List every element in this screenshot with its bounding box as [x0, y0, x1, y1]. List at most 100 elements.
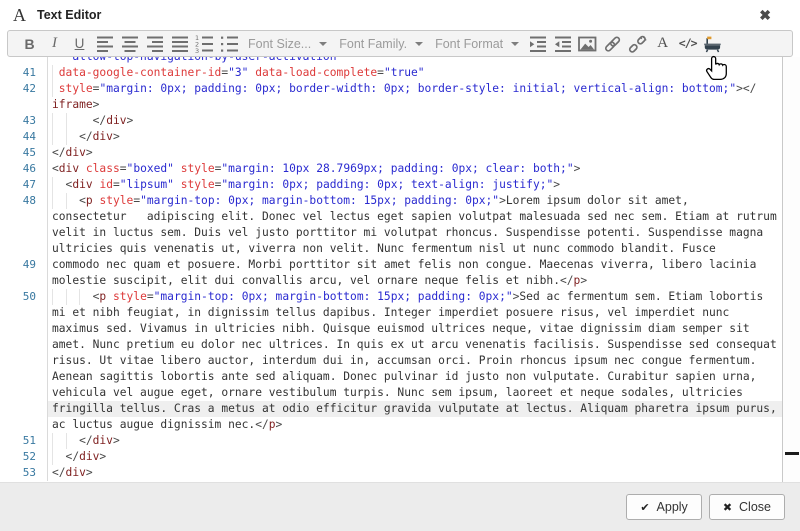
link-icon	[603, 35, 622, 53]
code-row[interactable]: 48 <p style="margin-top: 0px; margin-bot…	[0, 193, 783, 209]
code-row[interactable]: 53</div>	[0, 465, 783, 481]
line-number	[0, 353, 48, 369]
align-justify-icon	[171, 35, 189, 53]
dialog-title: Text Editor	[37, 8, 101, 22]
italic-icon: I	[52, 36, 57, 51]
align-right-button[interactable]	[142, 31, 167, 56]
code-row[interactable]: consectetur adipiscing elit. Donec vel l…	[0, 209, 783, 225]
code-row[interactable]: iframe>	[0, 97, 783, 113]
line-number	[0, 273, 48, 289]
font-family-label: Font Family.	[339, 37, 407, 51]
line-number	[0, 401, 48, 417]
line-number	[0, 209, 48, 225]
indent-guide	[52, 129, 53, 145]
line-number	[0, 417, 48, 433]
code-view-button[interactable]: </>	[675, 31, 700, 56]
line-number	[0, 225, 48, 241]
line-number	[0, 321, 48, 337]
indent-guide	[66, 289, 67, 305]
indent-guide	[66, 113, 67, 129]
code-row[interactable]: 41 data-google-container-id="3" data-loa…	[0, 65, 783, 81]
line-number: 41	[0, 65, 48, 81]
indent-guide	[52, 193, 53, 209]
code-row[interactable]: fringilla tellus. Cras a metus at odio e…	[0, 401, 783, 417]
outdent-icon	[554, 35, 572, 53]
line-number	[0, 337, 48, 353]
code-row[interactable]: maximus sed. Vivamus in ultricies nibh. …	[0, 321, 783, 337]
align-left-icon	[96, 35, 114, 53]
code-row[interactable]: 46<div class="boxed" style="margin: 10px…	[0, 161, 783, 177]
insert-link-button[interactable]	[600, 31, 625, 56]
code-row[interactable]: allow-top-navigation-by-user-activation"	[0, 57, 783, 65]
apply-label: Apply	[657, 500, 688, 514]
unlink-icon	[628, 35, 647, 53]
code-row[interactable]: molestie suscipit, elit dui convallis ar…	[0, 273, 783, 289]
bold-button[interactable]: B	[17, 31, 42, 56]
code-rows: allow-top-navigation-by-user-activation"…	[0, 57, 783, 481]
vertical-scrollbar[interactable]	[782, 57, 800, 482]
code-row[interactable]: vehicula vel augue eget, ornare vestibul…	[0, 385, 783, 401]
indent-icon	[529, 35, 547, 53]
code-row[interactable]: 43 </div>	[0, 113, 783, 129]
text-editor-icon: A	[13, 6, 26, 24]
ordered-list-button[interactable]: 1 2 3	[192, 31, 217, 56]
line-number: 49	[0, 257, 48, 273]
font-color-button[interactable]: A	[650, 31, 675, 56]
bath-button[interactable]	[700, 31, 725, 56]
outdent-button[interactable]	[550, 31, 575, 56]
image-icon	[578, 35, 597, 53]
code-editor[interactable]: allow-top-navigation-by-user-activation"…	[0, 57, 800, 482]
unordered-list-button[interactable]	[217, 31, 242, 56]
code-row[interactable]: 44 </div>	[0, 129, 783, 145]
code-row[interactable]: ultricies quis venenatis ut, viverra non…	[0, 241, 783, 257]
unlink-button[interactable]	[625, 31, 650, 56]
code-row[interactable]: 42 style="margin: 0px; padding: 0px; bor…	[0, 81, 783, 97]
code-view-icon: </>	[679, 38, 697, 50]
svg-text:3: 3	[195, 47, 199, 53]
font-format-dropdown[interactable]: Font Format	[435, 31, 519, 56]
code-row[interactable]: 45</div>	[0, 145, 783, 161]
insert-image-button[interactable]	[575, 31, 600, 56]
code-row[interactable]: 51 </div>	[0, 433, 783, 449]
check-icon: ✔	[640, 501, 649, 514]
chevron-down-icon	[415, 42, 423, 46]
align-left-button[interactable]	[92, 31, 117, 56]
indent-guide	[66, 433, 67, 449]
indent-guide	[52, 449, 53, 465]
line-number	[0, 369, 48, 385]
font-format-label: Font Format	[435, 37, 503, 51]
indent-guide	[52, 81, 53, 97]
text-editor-dialog: A Text Editor ✖ B I U 1 2 3	[0, 0, 800, 531]
code-row[interactable]: 49commodo nec quam et posuere. Morbi por…	[0, 257, 783, 273]
font-family-dropdown[interactable]: Font Family.	[339, 31, 423, 56]
dialog-footer: ✔ Apply ✖ Close	[0, 482, 800, 531]
indent-guide	[52, 289, 53, 305]
code-row[interactable]: mi et nibh feugiat, in dignissim tellus …	[0, 305, 783, 321]
line-number: 50	[0, 289, 48, 305]
dialog-close-icon[interactable]: ✖	[759, 8, 787, 22]
font-size-dropdown[interactable]: Font Size...	[248, 31, 327, 56]
code-row[interactable]: Aenean sagittis lobortis ante sed aliqua…	[0, 369, 783, 385]
code-row[interactable]: amet. Nunc pretium eu dolor nec ultrices…	[0, 337, 783, 353]
chevron-down-icon	[319, 42, 327, 46]
underline-button[interactable]: U	[67, 31, 92, 56]
close-label: Close	[739, 500, 771, 514]
apply-button[interactable]: ✔ Apply	[626, 494, 702, 520]
italic-button[interactable]: I	[42, 31, 67, 56]
code-row[interactable]: ac luctus augue dignissim nec.</p>	[0, 417, 783, 433]
indent-guide	[66, 129, 67, 145]
align-center-button[interactable]	[117, 31, 142, 56]
code-row[interactable]: risus. Ut vitae libero auctor, interdum …	[0, 353, 783, 369]
line-number	[0, 57, 48, 65]
code-row[interactable]: 52 </div>	[0, 449, 783, 465]
indent-guide	[52, 65, 53, 81]
code-row[interactable]: 47 <div id="lipsum" style="margin: 0px; …	[0, 177, 783, 193]
align-right-icon	[146, 35, 164, 53]
close-button[interactable]: ✖ Close	[709, 494, 785, 520]
formatting-toolbar: B I U 1 2 3	[7, 30, 793, 57]
code-row[interactable]: velit in luctus sem. Duis vel justo port…	[0, 225, 783, 241]
align-justify-button[interactable]	[167, 31, 192, 56]
indent-button[interactable]	[525, 31, 550, 56]
code-row[interactable]: 50 <p style="margin-top: 0px; margin-bot…	[0, 289, 783, 305]
line-number: 52	[0, 449, 48, 465]
